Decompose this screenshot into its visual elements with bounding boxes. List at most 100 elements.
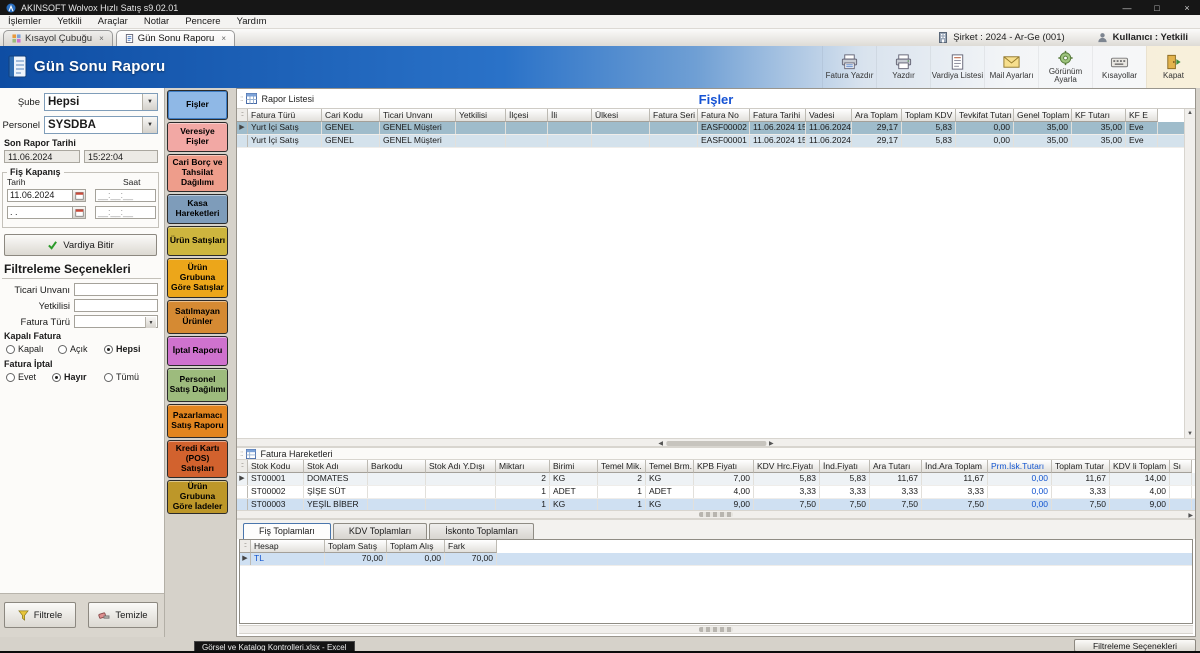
calendar-icon[interactable] [73, 189, 86, 202]
column-header[interactable]: Temel Brm. [646, 460, 694, 473]
table-cell[interactable] [650, 135, 698, 147]
table-cell[interactable]: 70,00 [325, 553, 387, 565]
column-header[interactable]: Ara Tutarı [870, 460, 922, 473]
table-cell[interactable]: 11.06.2024 15 [750, 122, 806, 134]
table-row[interactable]: ▶TL70,000,0070,00 [240, 553, 1192, 566]
table-cell[interactable] [368, 499, 426, 510]
vardiya-listesi-button[interactable]: Vardiya Listesi [930, 46, 984, 88]
column-header[interactable]: Ülkesi [592, 109, 650, 122]
fatura-yazdir-button[interactable]: Fatura Yazdır [822, 46, 876, 88]
table-cell[interactable]: 7,50 [922, 499, 988, 510]
table-cell[interactable]: 0,00 [988, 473, 1052, 485]
table-cell[interactable]: 7,50 [820, 499, 870, 510]
column-header[interactable]: Prm.İsk.Tutarı [988, 460, 1052, 473]
table-cell[interactable]: Eve [1126, 122, 1158, 134]
table-cell[interactable] [548, 135, 592, 147]
kapanis-date2-input[interactable]: . . [7, 206, 73, 219]
table-cell[interactable] [1170, 473, 1192, 485]
table-cell[interactable] [1170, 486, 1192, 498]
table-cell[interactable]: 5,83 [902, 122, 956, 134]
column-header[interactable]: KDV li Toplam [1110, 460, 1170, 473]
table-cell[interactable]: 1 [496, 486, 550, 498]
menu-item[interactable]: İşlemler [0, 15, 49, 28]
radio-circle-icon[interactable] [58, 345, 67, 354]
kapanis-time-input[interactable]: __:__:__ [95, 189, 156, 202]
vertical-scrollbar[interactable]: ▲▼ [1184, 109, 1195, 438]
nav-satilmayan-urunler[interactable]: Satılmayan Ürünler [167, 300, 228, 334]
table-cell[interactable]: 2 [598, 473, 646, 485]
chevron-down-icon[interactable]: ▼ [142, 117, 157, 133]
table-cell[interactable] [548, 122, 592, 134]
radio-circle-icon[interactable] [52, 373, 61, 382]
table-row[interactable]: ST00002ŞİŞE SÜT1ADET1ADET4,003,333,333,3… [237, 486, 1195, 499]
drag-handle[interactable]: :: [240, 449, 242, 458]
column-header[interactable]: KF E [1126, 109, 1158, 122]
menu-item[interactable]: Notlar [136, 15, 177, 28]
table-cell[interactable]: 11.06.2024 15 [750, 135, 806, 147]
radio-option[interactable]: Hayır [52, 372, 87, 382]
table-cell[interactable]: 11,67 [922, 473, 988, 485]
kapanis-date-input[interactable]: 11.06.2024 [7, 189, 73, 202]
nav-veresiye-fisler[interactable]: Veresiye Fişler [167, 122, 228, 152]
menu-item[interactable]: Pencere [177, 15, 228, 28]
nav-urun-satislari[interactable]: Ürün Satışları [167, 226, 228, 256]
table-cell[interactable]: 3,33 [870, 486, 922, 498]
column-header[interactable]: İnd.Fiyatı [820, 460, 870, 473]
table-cell[interactable]: 29,17 [852, 122, 902, 134]
table-cell[interactable]: ST00001 [248, 473, 304, 485]
nav-kasa-hareketleri[interactable]: Kasa Hareketleri [167, 194, 228, 224]
table-cell[interactable]: GENEL [322, 135, 380, 147]
table-cell[interactable]: 1 [598, 499, 646, 510]
document-tab-1[interactable]: Gün Sonu Raporu× [116, 30, 235, 46]
table-cell[interactable]: 35,00 [1072, 122, 1126, 134]
close-button[interactable]: × [1180, 3, 1194, 13]
table-cell[interactable]: KG [550, 499, 598, 510]
table-cell[interactable]: 3,33 [754, 486, 820, 498]
column-header[interactable]: Barkodu [368, 460, 426, 473]
table-cell[interactable]: 11,67 [870, 473, 922, 485]
column-header[interactable]: Fatura Seri [650, 109, 698, 122]
column-header[interactable]: Toplam Satış [325, 540, 387, 553]
column-header[interactable]: Ticari Unvanı [380, 109, 456, 122]
table-cell[interactable]: 4,00 [1110, 486, 1170, 498]
drag-handle[interactable]: :: [240, 94, 242, 103]
nav-kredi-karti-pos-satislari[interactable]: Kredi Kartı (POS) Satışları [167, 440, 228, 478]
table-cell[interactable]: 5,83 [820, 473, 870, 485]
calendar-icon[interactable] [73, 206, 86, 219]
table-cell[interactable]: 0,00 [988, 486, 1052, 498]
nav-cari-borc-tahsilat-dagilimi[interactable]: Cari Borç ve Tahsilat Dağılımı [167, 154, 228, 192]
table-cell[interactable]: 3,33 [820, 486, 870, 498]
tab-close-icon[interactable]: × [221, 34, 226, 43]
column-header[interactable]: İlçesi [506, 109, 548, 122]
table-cell[interactable]: 29,17 [852, 135, 902, 147]
totals-tab-2[interactable]: İskonto Toplamları [429, 523, 534, 539]
nav-urun-grubuna-gore-satislar[interactable]: Ürün Grubuna Göre Satışlar [167, 258, 228, 298]
menu-item[interactable]: Yetkili [49, 15, 89, 28]
nav-pazarlamaci-satis-raporu[interactable]: Pazarlamacı Satış Raporu [167, 404, 228, 438]
table-cell[interactable] [1170, 499, 1192, 510]
nav-urun-grubuna-gore-iadeler[interactable]: Ürün Grubuna Göre İadeler [167, 480, 228, 514]
column-header[interactable]: Toplam Alış [387, 540, 445, 553]
table-cell[interactable]: 0,00 [387, 553, 445, 565]
radio-circle-icon[interactable] [6, 373, 15, 382]
table-cell[interactable]: 7,50 [870, 499, 922, 510]
table-cell[interactable] [368, 486, 426, 498]
kisayollar-button[interactable]: Kısayollar [1092, 46, 1146, 88]
column-header[interactable]: Miktarı [496, 460, 550, 473]
table-cell[interactable]: 0,00 [956, 135, 1014, 147]
document-tab-0[interactable]: Kısayol Çubuğu× [3, 30, 113, 46]
chevron-down-icon[interactable]: ▼ [142, 94, 157, 110]
table-cell[interactable]: 9,00 [694, 499, 754, 510]
table-cell[interactable]: 70,00 [445, 553, 497, 565]
table-cell[interactable] [426, 486, 496, 498]
table-cell[interactable]: 35,00 [1014, 135, 1072, 147]
table-cell[interactable]: 11,67 [1052, 473, 1110, 485]
table-cell[interactable]: GENEL [322, 122, 380, 134]
table-cell[interactable]: 3,33 [922, 486, 988, 498]
column-header[interactable]: Hesap [251, 540, 325, 553]
table-cell[interactable]: 11.06.2024 [806, 135, 852, 147]
column-header[interactable]: Fatura Türü [248, 109, 322, 122]
table-cell[interactable]: 7,50 [754, 499, 820, 510]
table-cell[interactable] [506, 135, 548, 147]
nav-iptal-raporu[interactable]: İptal Raporu [167, 336, 228, 366]
